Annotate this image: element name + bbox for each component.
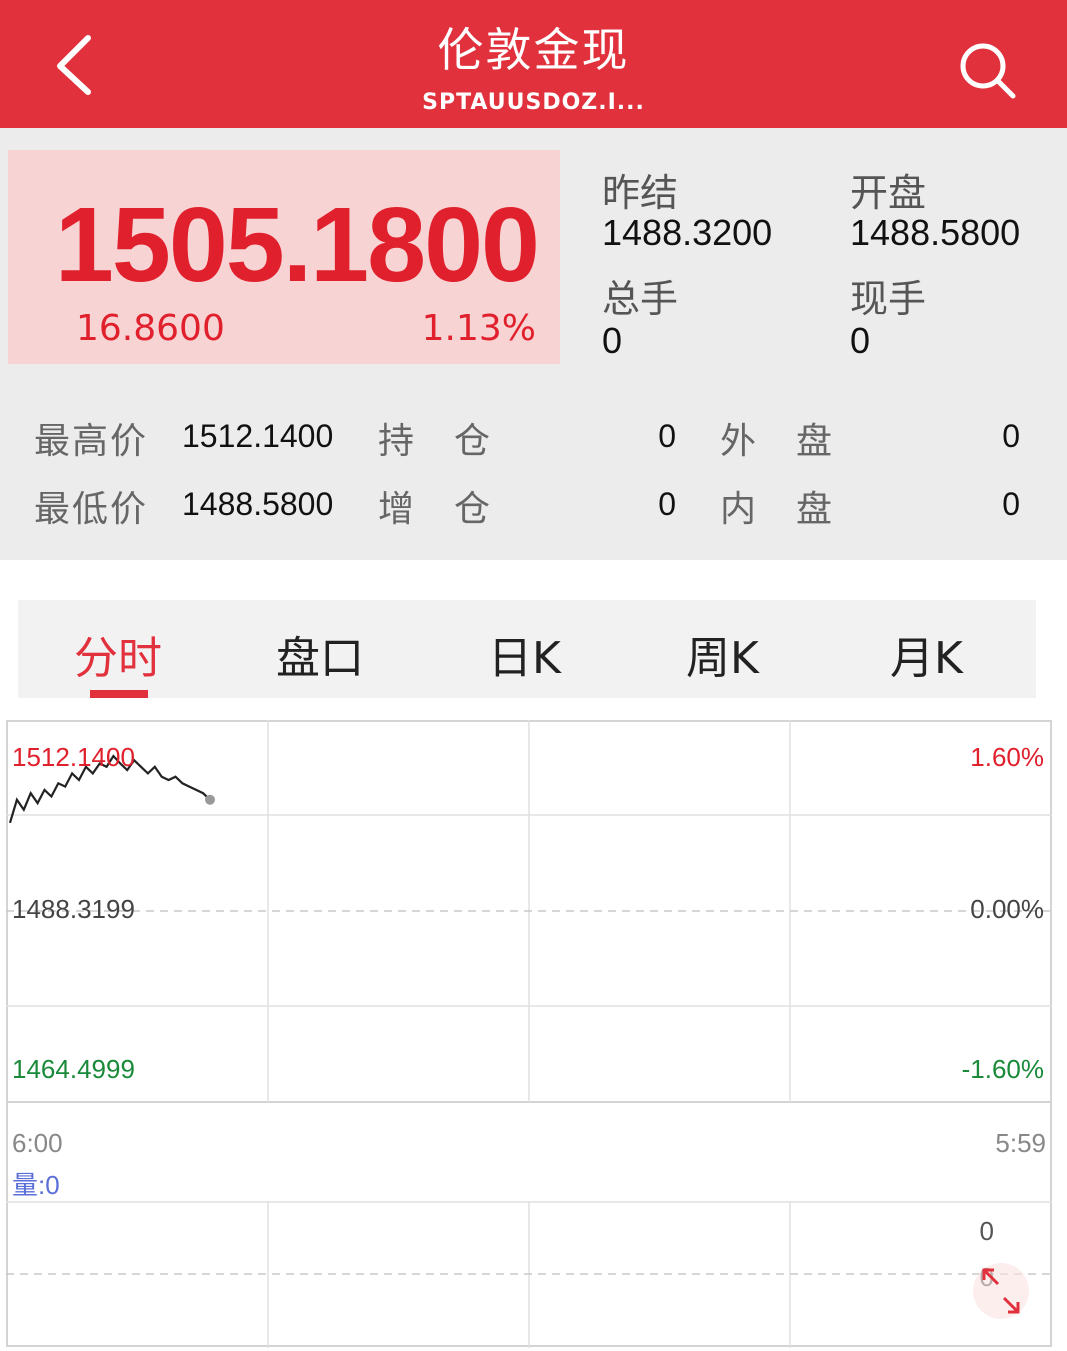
x-label-end: 5:59 [995, 1128, 1046, 1158]
active-tab-indicator [90, 690, 148, 698]
prev-settle-value: 1488.3200 [602, 212, 773, 253]
tab-order-book[interactable]: 盘口 [276, 622, 364, 686]
tab-weekly-k[interactable]: 周K [686, 622, 759, 686]
intraday-chart: 1512.1400 1488.3199 1464.4999 1.60% 0.00% -1.… [6, 720, 1052, 1348]
price-change-percent: 1.13% [421, 308, 536, 349]
y-label-base: 1488.3199 [12, 894, 135, 924]
instrument-code: SPTAUUSDOZ.I... [422, 90, 645, 115]
inner-value: 0 [1002, 486, 1020, 522]
price-box: 1505.1800 16.8600 1.13% [8, 150, 560, 364]
app-header: 伦敦金现 SPTAUUSDOZ.I... [0, 0, 1067, 128]
expand-icon[interactable] [972, 1258, 1030, 1324]
y-pct-base: 0.00% [970, 894, 1044, 924]
increase-label: 增 仓 [378, 489, 493, 530]
tab-monthly-k[interactable]: 月K [890, 622, 963, 686]
open-label: 开盘 [850, 171, 927, 215]
chart-tabs: 分时 盘口 日K 周K 月K [18, 600, 1036, 698]
current-volume-value: 0 [850, 320, 871, 361]
open-interest-label: 持 仓 [378, 421, 493, 462]
outer-value: 0 [1002, 418, 1020, 454]
search-icon[interactable] [955, 38, 1019, 102]
total-volume-label: 总手 [602, 277, 679, 321]
high-value: 1512.1400 [182, 418, 334, 454]
low-value: 1488.5800 [182, 486, 334, 522]
current-volume-label: 现手 [850, 277, 927, 321]
y-label-high: 1512.1400 [12, 742, 135, 772]
last-price: 1505.1800 [54, 186, 540, 304]
price-change: 16.8600 [76, 308, 225, 349]
low-label: 最低价 [34, 489, 149, 530]
y-label-low: 1464.4999 [12, 1054, 135, 1084]
y-pct-low: -1.60% [962, 1054, 1044, 1084]
prev-settle-label: 昨结 [602, 171, 679, 215]
last-price-dot [205, 794, 215, 805]
increase-value: 0 [658, 486, 676, 522]
y-pct-high: 1.60% [970, 742, 1044, 772]
page-title: 伦敦金现 [437, 23, 630, 77]
volume-axis-top: 0 [980, 1216, 994, 1246]
inner-label: 内 盘 [720, 489, 835, 530]
quote-panel: 1505.1800 16.8600 1.13% 昨结 1488.3200 开盘 … [0, 128, 1067, 560]
open-value: 1488.5800 [850, 212, 1021, 253]
high-label: 最高价 [34, 421, 149, 462]
total-volume-value: 0 [602, 320, 623, 361]
tab-intraday[interactable]: 分时 [74, 622, 162, 686]
tab-daily-k[interactable]: 日K [488, 622, 561, 686]
volume-label: 量:0 [12, 1170, 60, 1200]
x-label-start: 6:00 [12, 1128, 63, 1158]
open-interest-value: 0 [658, 418, 676, 454]
outer-label: 外 盘 [720, 421, 835, 462]
